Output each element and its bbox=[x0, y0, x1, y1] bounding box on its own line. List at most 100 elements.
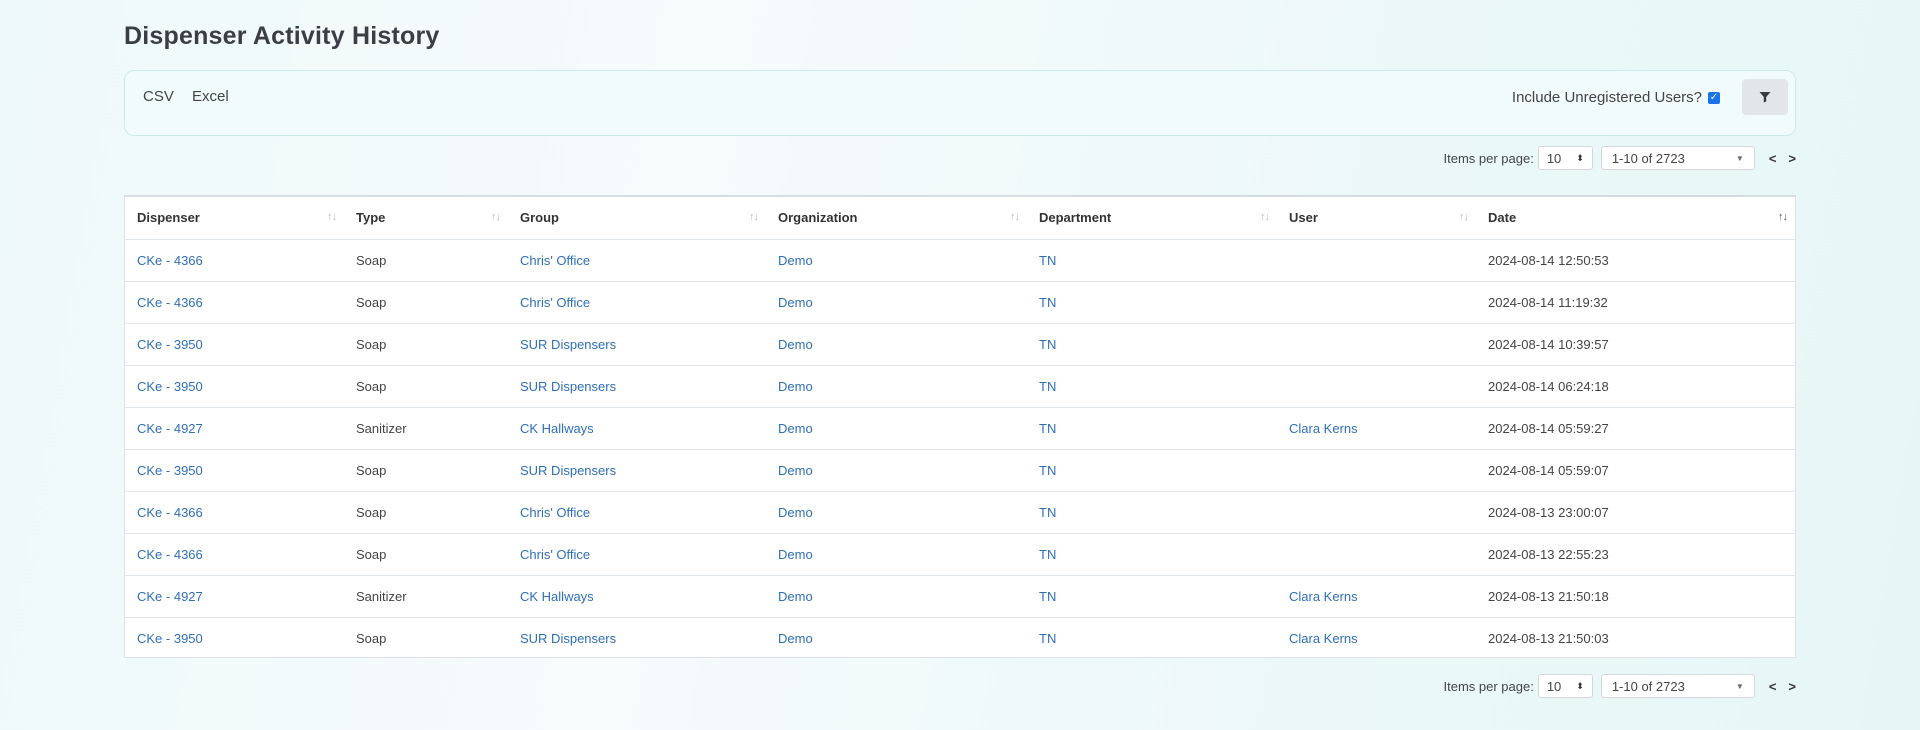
page-range-select[interactable]: 1-10 of 2723 ▼ bbox=[1600, 146, 1755, 170]
filter-button[interactable] bbox=[1742, 79, 1788, 115]
table-row: CKe - 4366 Soap Chris' Office Demo TN 2024-08… bbox=[125, 239, 1795, 282]
organization-link[interactable]: Demo bbox=[778, 337, 813, 352]
table-cell: Soap bbox=[344, 617, 508, 659]
table-cell bbox=[1277, 323, 1476, 366]
table-cell: CKe - 4366 bbox=[125, 281, 344, 324]
type-cell: Soap bbox=[356, 546, 387, 562]
table-cell: CKe - 4927 bbox=[125, 575, 344, 618]
department-link[interactable]: TN bbox=[1039, 547, 1056, 562]
table-cell: Soap bbox=[344, 281, 508, 324]
page-range-select[interactable]: 1-10 of 2723 ▼ bbox=[1600, 674, 1755, 698]
dispenser-link[interactable]: CKe - 4366 bbox=[137, 505, 203, 520]
group-link[interactable]: Chris' Office bbox=[520, 253, 590, 268]
department-link[interactable]: TN bbox=[1039, 253, 1056, 268]
group-link[interactable]: CK Hallways bbox=[520, 421, 594, 436]
prev-page-button[interactable]: < bbox=[1769, 679, 1777, 694]
organization-link[interactable]: Demo bbox=[778, 253, 813, 268]
organization-link[interactable]: Demo bbox=[778, 379, 813, 394]
organization-link[interactable]: Demo bbox=[778, 589, 813, 604]
include-unregistered-label: Include Unregistered Users? bbox=[1511, 89, 1702, 106]
table-cell: TN bbox=[1027, 491, 1277, 534]
department-link[interactable]: TN bbox=[1039, 295, 1056, 310]
sort-icon: ↑↓ bbox=[1260, 211, 1270, 223]
prev-page-button[interactable]: < bbox=[1769, 151, 1777, 166]
group-link[interactable]: Chris' Office bbox=[520, 295, 590, 310]
organization-link[interactable]: Demo bbox=[778, 421, 813, 436]
dispenser-link[interactable]: CKe - 4366 bbox=[137, 253, 203, 268]
column-header-dispenser[interactable]: Dispenser ↑↓ bbox=[125, 197, 344, 240]
dispenser-link[interactable]: CKe - 3950 bbox=[137, 337, 203, 352]
table-cell bbox=[1277, 491, 1476, 534]
date-cell: 2024-08-13 21:50:03 bbox=[1488, 630, 1609, 646]
type-cell: Sanitizer bbox=[356, 420, 407, 436]
organization-link[interactable]: Demo bbox=[778, 505, 813, 520]
table-cell: CKe - 3950 bbox=[125, 617, 344, 659]
department-link[interactable]: TN bbox=[1039, 589, 1056, 604]
dispenser-link[interactable]: CKe - 4927 bbox=[137, 589, 203, 604]
sort-icon: ↑↓ bbox=[327, 211, 337, 223]
column-header-group[interactable]: Group ↑↓ bbox=[508, 197, 766, 240]
department-link[interactable]: TN bbox=[1039, 421, 1056, 436]
organization-link[interactable]: Demo bbox=[778, 631, 813, 646]
date-cell: 2024-08-14 12:50:53 bbox=[1488, 252, 1609, 268]
group-link[interactable]: SUR Dispensers bbox=[520, 337, 616, 352]
dispenser-link[interactable]: CKe - 4366 bbox=[137, 547, 203, 562]
table-row: CKe - 3950 Soap SUR Dispensers Demo TN 2024-0… bbox=[125, 365, 1795, 408]
table-cell: 2024-08-14 05:59:27 bbox=[1476, 407, 1795, 450]
group-link[interactable]: SUR Dispensers bbox=[520, 463, 616, 478]
next-page-button[interactable]: > bbox=[1788, 151, 1796, 166]
table-cell: Soap bbox=[344, 491, 508, 534]
department-link[interactable]: TN bbox=[1039, 337, 1056, 352]
table-row: CKe - 3950 Soap SUR Dispensers Demo TN Clara … bbox=[125, 617, 1795, 659]
include-unregistered-checkbox[interactable]: ✓ bbox=[1708, 91, 1720, 104]
table-cell bbox=[1277, 239, 1476, 282]
group-link[interactable]: Chris' Office bbox=[520, 505, 590, 520]
group-link[interactable]: SUR Dispensers bbox=[520, 379, 616, 394]
items-per-page-select[interactable]: 10 ⬍ bbox=[1537, 146, 1593, 170]
table-body: CKe - 4366 Soap Chris' Office Demo TN 2024-08… bbox=[125, 239, 1795, 659]
column-header-type[interactable]: Type ↑↓ bbox=[344, 197, 508, 240]
type-cell: Soap bbox=[356, 294, 387, 310]
user-link[interactable]: Clara Kerns bbox=[1289, 421, 1358, 436]
user-link[interactable]: Clara Kerns bbox=[1289, 631, 1358, 646]
department-link[interactable]: TN bbox=[1039, 631, 1056, 646]
table-row: CKe - 4366 Soap Chris' Office Demo TN 2024-08… bbox=[125, 533, 1795, 576]
pagination-top: Items per page: 10 ⬍ 1-10 of 2723 ▼ < > bbox=[1443, 146, 1796, 170]
table-row: CKe - 3950 Soap SUR Dispensers Demo TN 2024-0… bbox=[125, 323, 1795, 366]
table-cell: Sanitizer bbox=[344, 575, 508, 618]
items-per-page-select[interactable]: 10 ⬍ bbox=[1537, 674, 1593, 698]
dispenser-link[interactable]: CKe - 3950 bbox=[137, 379, 203, 394]
dispenser-link[interactable]: CKe - 4366 bbox=[137, 295, 203, 310]
group-link[interactable]: CK Hallways bbox=[520, 589, 594, 604]
department-link[interactable]: TN bbox=[1039, 379, 1056, 394]
table-cell: Sanitizer bbox=[344, 407, 508, 450]
table-row: CKe - 4927 Sanitizer CK Hallways Demo TN Clar… bbox=[125, 575, 1795, 618]
table-cell: SUR Dispensers bbox=[508, 323, 766, 366]
column-header-organization[interactable]: Organization ↑↓ bbox=[766, 197, 1027, 240]
group-link[interactable]: Chris' Office bbox=[520, 547, 590, 562]
dispenser-link[interactable]: CKe - 3950 bbox=[137, 463, 203, 478]
department-link[interactable]: TN bbox=[1039, 505, 1056, 520]
column-header-date[interactable]: Date ↑↓ bbox=[1476, 197, 1795, 240]
user-link[interactable]: Clara Kerns bbox=[1289, 589, 1358, 604]
table-row: CKe - 4366 Soap Chris' Office Demo TN 2024-08… bbox=[125, 491, 1795, 534]
table-cell: CKe - 3950 bbox=[125, 323, 344, 366]
table-cell: Demo bbox=[766, 449, 1027, 492]
table-cell: TN bbox=[1027, 323, 1277, 366]
dispenser-link[interactable]: CKe - 3950 bbox=[137, 631, 203, 646]
excel-export-button[interactable]: Excel bbox=[192, 88, 229, 105]
table-cell: 2024-08-13 23:00:07 bbox=[1476, 491, 1795, 534]
next-page-button[interactable]: > bbox=[1788, 679, 1796, 694]
page-range-text: 1-10 of 2723 bbox=[1611, 678, 1685, 694]
include-unregistered-toggle[interactable]: Include Unregistered Users? ✓ bbox=[1512, 89, 1720, 106]
column-header-department[interactable]: Department ↑↓ bbox=[1027, 197, 1277, 240]
dispenser-link[interactable]: CKe - 4927 bbox=[137, 421, 203, 436]
column-header-user[interactable]: User ↑↓ bbox=[1277, 197, 1476, 240]
department-link[interactable]: TN bbox=[1039, 463, 1056, 478]
organization-link[interactable]: Demo bbox=[778, 463, 813, 478]
organization-link[interactable]: Demo bbox=[778, 295, 813, 310]
organization-link[interactable]: Demo bbox=[778, 547, 813, 562]
csv-export-button[interactable]: CSV bbox=[143, 88, 174, 105]
group-link[interactable]: SUR Dispensers bbox=[520, 631, 616, 646]
sort-icon: ↑↓ bbox=[491, 211, 501, 223]
